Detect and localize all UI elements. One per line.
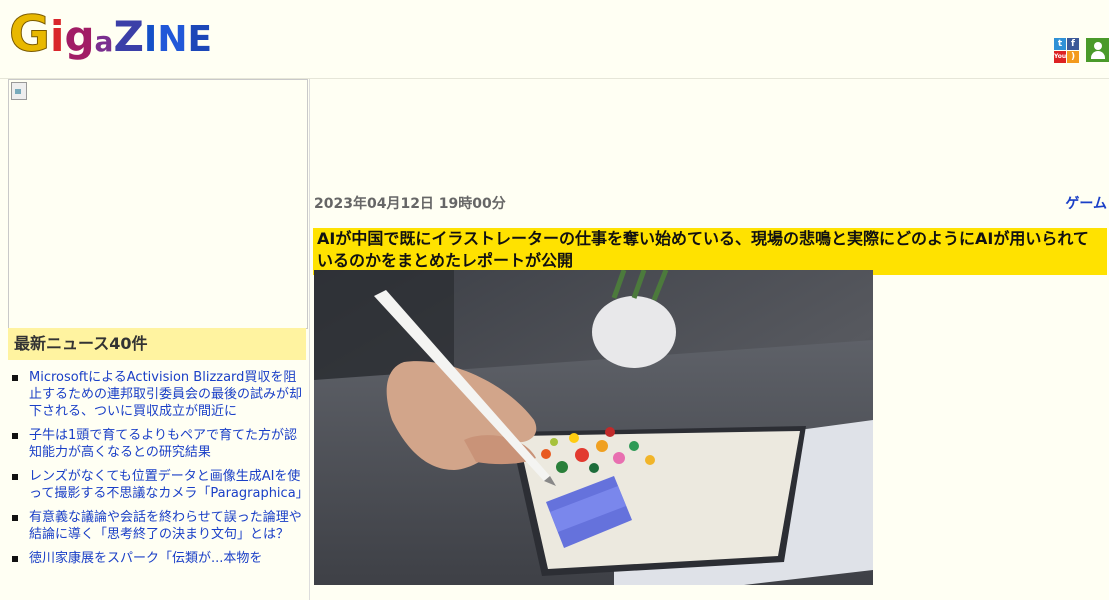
twitter-icon[interactable]: t	[1054, 38, 1066, 50]
logo-letter: g	[64, 12, 95, 61]
user-icon[interactable]	[1086, 38, 1109, 62]
latest-news-list: MicrosoftによるActivision Blizzard買収を阻止するため…	[12, 369, 309, 574]
logo-letter: G	[8, 5, 51, 64]
social-links: t f You )	[1054, 38, 1080, 64]
logo-letter: I	[143, 19, 158, 60]
user-icon-body	[1091, 51, 1105, 59]
logo-letter: a	[94, 25, 114, 58]
facebook-icon[interactable]: f	[1067, 38, 1079, 50]
list-item: レンズがなくても位置データと画像生成AIを使って撮影する不思議なカメラ「Para…	[12, 468, 309, 502]
news-link[interactable]: 有意義な議論や会話を終わらせて誤った論理や結論に導く「思考終了の決まり文句」とは…	[29, 510, 302, 542]
category-link[interactable]: ゲーム	[1065, 193, 1107, 213]
list-item: 有意義な議論や会話を終わらせて誤った論理や結論に導く「思考終了の決まり文句」とは…	[12, 509, 304, 543]
list-item: MicrosoftによるActivision Blizzard買収を阻止するため…	[12, 369, 304, 420]
ad-banner[interactable]	[8, 79, 308, 329]
article-date: 2023年04月12日 19時00分	[314, 196, 506, 212]
news-link[interactable]: MicrosoftによるActivision Blizzard買収を阻止するため…	[29, 370, 302, 419]
article-hero-image[interactable]	[314, 270, 873, 585]
latest-news-heading: 最新ニュース40件	[8, 328, 306, 360]
logo-letter: Z	[113, 12, 144, 61]
youtube-icon[interactable]: You	[1054, 51, 1066, 63]
rss-icon[interactable]: )	[1067, 51, 1079, 63]
site-header: GigaZINE t f You )	[0, 0, 1109, 79]
news-link[interactable]: レンズがなくても位置データと画像生成AIを使って撮影する不思議なカメラ「Para…	[29, 469, 309, 501]
news-link[interactable]: 子牛は1頭で育てるよりもペアで育てた方が認知能力が高くなるとの研究結果	[29, 428, 297, 460]
list-item: 徳川家康展をスパーク「伝類が...本物を	[12, 550, 304, 567]
tablet-drawing-illustration	[314, 270, 873, 585]
left-sidebar: 最新ニュース40件 MicrosoftによるActivision Blizzar…	[0, 79, 310, 600]
logo-letter: E	[187, 19, 213, 60]
article-title[interactable]: AIが中国で既にイラストレーターの仕事を奪い始めている、現場の悲鳴と実際にどのよ…	[313, 227, 1107, 275]
user-icon-head	[1094, 42, 1102, 50]
broken-image-icon	[11, 82, 27, 100]
site-logo[interactable]: GigaZINE	[8, 5, 213, 71]
list-item: 子牛は1頭で育てるよりもペアで育てた方が認知能力が高くなるとの研究結果	[12, 427, 304, 461]
main-content: 2023年04月12日 19時00分 ゲーム AIが中国で既にイラストレーターの…	[310, 79, 1109, 600]
logo-letter: i	[50, 12, 65, 61]
logo-letter: N	[157, 19, 188, 60]
news-link[interactable]: 徳川家康展をスパーク「伝類が...本物を	[29, 551, 262, 566]
